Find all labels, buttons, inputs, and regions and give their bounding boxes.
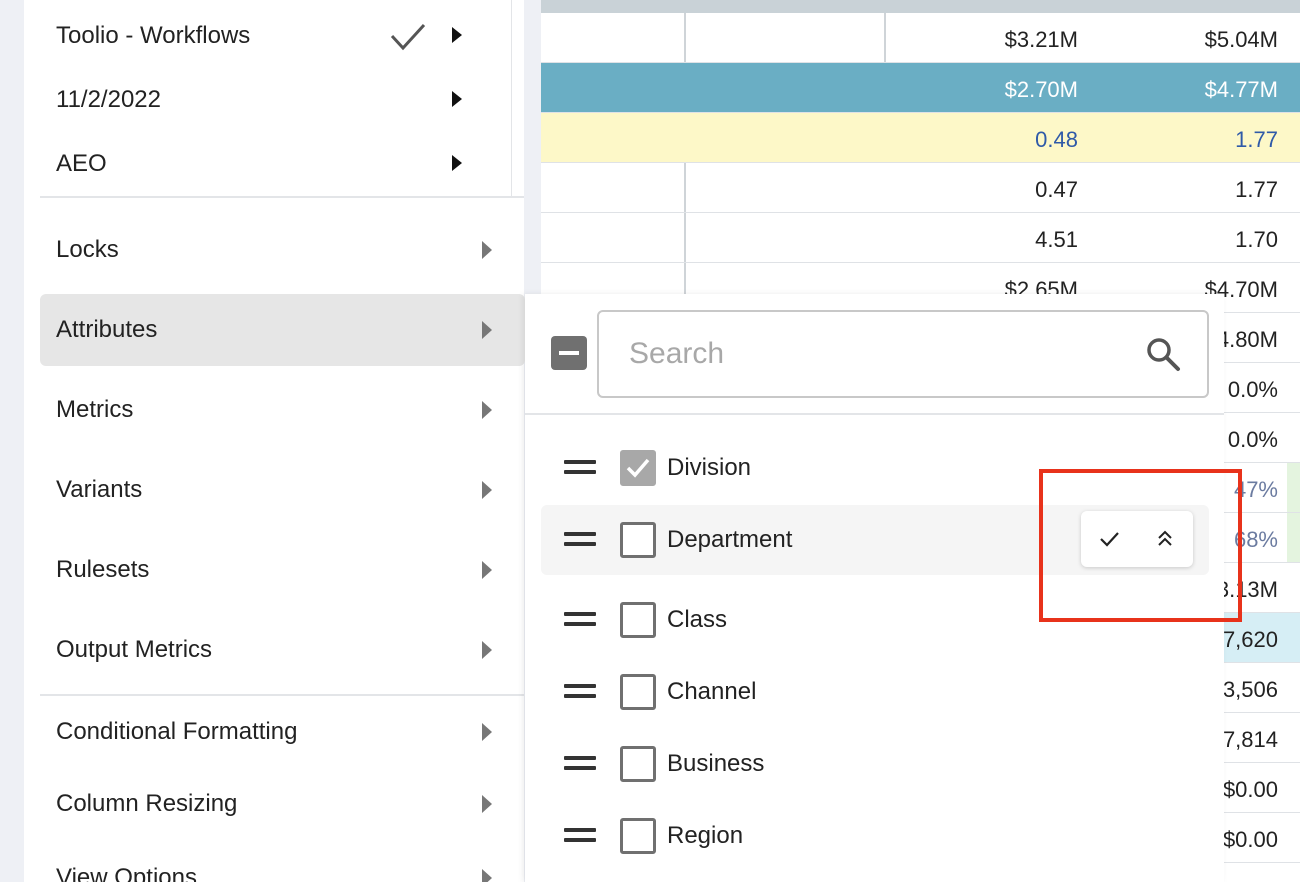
checkbox-icon[interactable]	[620, 602, 656, 638]
drag-handle-icon[interactable]	[564, 684, 596, 700]
caret-right-icon[interactable]	[452, 91, 462, 107]
check-icon[interactable]	[1095, 525, 1123, 553]
date-selector[interactable]: 11/2/2022	[56, 86, 161, 114]
attribute-row-division[interactable]: Division	[541, 433, 1209, 503]
grid-cell[interactable]: 1.77	[1078, 163, 1278, 212]
search-field[interactable]	[597, 310, 1209, 398]
grid-row[interactable]: $2.70M $4.77M	[541, 63, 1300, 113]
attribute-label: Business	[667, 750, 765, 777]
row-actions	[1081, 511, 1193, 567]
caret-right-icon	[482, 321, 492, 339]
grid-row[interactable]: 4.51 1.70	[541, 213, 1300, 263]
grid-row[interactable]: 0.47 1.77	[541, 163, 1300, 213]
attribute-row-business[interactable]: Business	[541, 729, 1209, 799]
grid-cell[interactable]: 0.47	[878, 163, 1078, 212]
grid-cell[interactable]: $3.21M	[878, 13, 1078, 62]
drag-handle-icon[interactable]	[564, 612, 596, 628]
menu-item-rulesets[interactable]: Rulesets	[40, 534, 525, 606]
settings-menu: Toolio - Workflows 11/2/2022 AEO Locks A…	[24, 0, 525, 882]
menu-item-attributes[interactable]: Attributes	[40, 294, 525, 366]
menu-divider	[40, 196, 524, 198]
menu-item-label: Locks	[56, 236, 119, 263]
menu-item-label: Column Resizing	[56, 790, 238, 817]
attribute-row-class[interactable]: Class	[541, 585, 1209, 655]
search-input[interactable]	[629, 312, 1109, 396]
attribute-label: Class	[667, 606, 728, 633]
attribute-row-department[interactable]: Department	[541, 505, 1209, 575]
caret-right-icon	[482, 869, 492, 882]
grid-header-bar	[541, 0, 1300, 13]
menu-item-label: Metrics	[56, 396, 134, 423]
menu-item-label: View Options	[56, 864, 197, 882]
grid-row[interactable]: $3.21M $5.04M	[541, 13, 1300, 63]
menu-item-variants[interactable]: Variants	[40, 454, 525, 526]
checkbox-icon[interactable]	[620, 674, 656, 710]
caret-right-icon	[482, 561, 492, 579]
menu-item-conditional-formatting[interactable]: Conditional Formatting	[40, 696, 525, 768]
double-chevron-up-icon[interactable]	[1151, 525, 1179, 553]
grid-cell-highlight	[1287, 463, 1300, 512]
drag-handle-icon[interactable]	[564, 460, 596, 476]
menu-item-label: Attributes	[56, 316, 158, 343]
grid-cell[interactable]: $4.77M	[1078, 63, 1278, 112]
grid-cell[interactable]: 1.70	[1078, 213, 1278, 262]
grid-cell[interactable]: 4.51	[878, 213, 1078, 262]
caret-right-icon	[482, 481, 492, 499]
caret-right-icon[interactable]	[452, 27, 462, 43]
drag-handle-icon[interactable]	[564, 756, 596, 772]
attribute-label: Department	[667, 526, 793, 553]
caret-right-icon	[482, 641, 492, 659]
attribute-label: Region	[667, 822, 744, 849]
minus-icon[interactable]	[551, 336, 587, 370]
checkbox-icon[interactable]	[620, 522, 656, 558]
check-icon	[390, 23, 426, 51]
checkbox-icon[interactable]	[620, 746, 656, 782]
attribute-row-channel[interactable]: Channel	[541, 657, 1209, 727]
menu-item-label: Rulesets	[56, 556, 150, 583]
brand-selector[interactable]: AEO	[56, 150, 107, 178]
workflow-title[interactable]: Toolio - Workflows	[56, 22, 250, 50]
attributes-submenu: Division Department Class Channel Busine…	[525, 294, 1224, 882]
checkbox-icon[interactable]	[620, 818, 656, 854]
attribute-row-region[interactable]: Region	[541, 801, 1209, 871]
grid-row[interactable]: 0.48 1.77	[541, 113, 1300, 163]
grid-cell[interactable]: 1.77	[1078, 113, 1278, 162]
panel-divider	[525, 413, 1224, 415]
menu-item-label: Output Metrics	[56, 636, 213, 663]
attribute-label: Division	[667, 454, 752, 481]
menu-item-label: Conditional Formatting	[56, 718, 298, 745]
drag-handle-icon[interactable]	[564, 828, 596, 844]
menu-item-metrics[interactable]: Metrics	[40, 374, 525, 446]
menu-item-column-resizing[interactable]: Column Resizing	[40, 768, 525, 840]
menu-item-label: Variants	[56, 476, 143, 503]
grid-cell[interactable]: $2.70M	[878, 63, 1078, 112]
caret-right-icon	[482, 241, 492, 259]
caret-right-icon	[482, 723, 492, 741]
menu-vertical-divider	[511, 0, 512, 196]
menu-item-locks[interactable]: Locks	[40, 214, 525, 286]
checkbox-icon[interactable]	[620, 450, 656, 486]
attribute-label: Channel	[667, 678, 757, 705]
menu-item-output-metrics[interactable]: Output Metrics	[40, 614, 525, 686]
caret-right-icon	[482, 401, 492, 419]
drag-handle-icon[interactable]	[564, 532, 596, 548]
caret-right-icon[interactable]	[452, 155, 462, 171]
menu-item-view-options[interactable]: View Options	[40, 842, 525, 882]
grid-cell[interactable]: $5.04M	[1078, 13, 1278, 62]
caret-right-icon	[482, 795, 492, 813]
grid-cell[interactable]: 0.48	[878, 113, 1078, 162]
grid-cell-highlight	[1287, 513, 1300, 562]
search-icon[interactable]	[1145, 336, 1181, 372]
